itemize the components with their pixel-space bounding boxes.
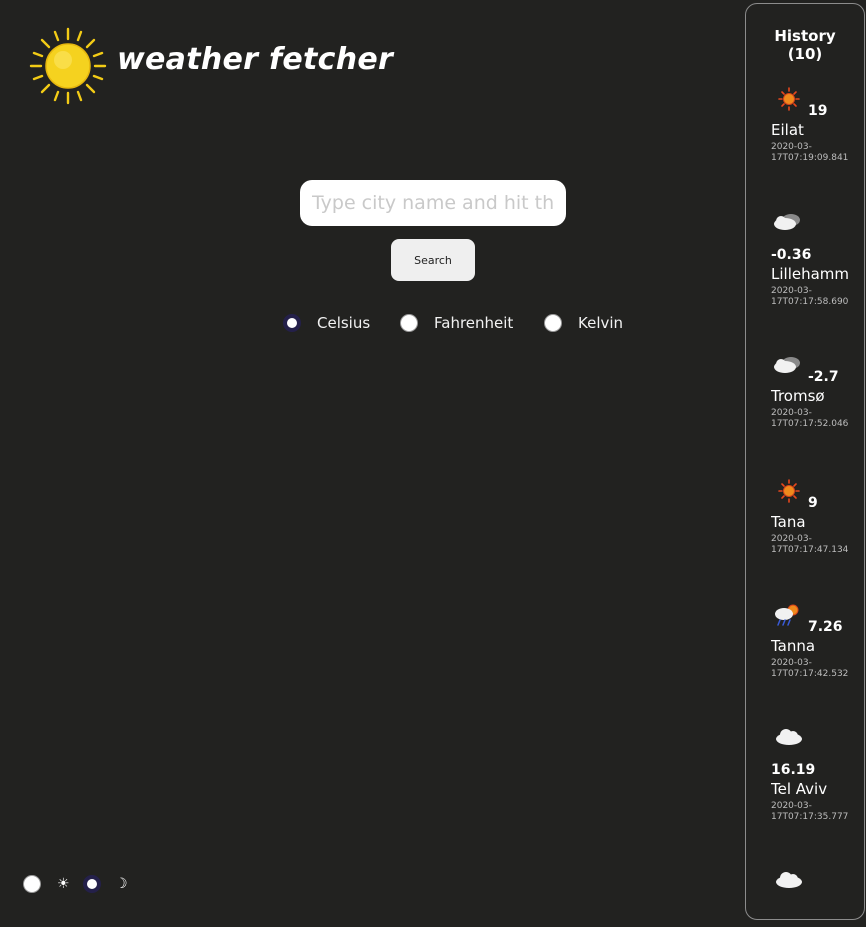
- app-title: weather fetcher: [117, 42, 394, 77]
- history-item[interactable]: -0.36 Lillehammer 2020-03- 17T07:17:58.6…: [771, 209, 849, 309]
- history-time-line1: 2020-03-: [771, 286, 812, 296]
- history-city: Tromsø: [771, 387, 825, 405]
- city-search-input[interactable]: [300, 180, 566, 226]
- history-city: Tel Aviv: [771, 780, 828, 798]
- history-temp: 19: [808, 103, 828, 119]
- history-item[interactable]: 9 Tana 2020-03- 17T07:17:47.1347: [771, 478, 849, 578]
- history-temp: 9: [808, 495, 818, 511]
- history-temp: -0.36: [771, 247, 812, 263]
- theme-option-light[interactable]: ☀: [23, 875, 70, 893]
- rain-sun-icon: [775, 604, 799, 626]
- history-temp: 16.19: [771, 762, 816, 778]
- fahrenheit-label: Fahrenheit: [434, 314, 514, 332]
- history-item[interactable]: 16.19 Tel Aviv 2020-03- 17T07:17:35.7777: [771, 724, 849, 824]
- celsius-label: Celsius: [317, 314, 371, 332]
- celsius-radio[interactable]: [283, 314, 301, 332]
- unit-option-kelvin[interactable]: Kelvin: [544, 311, 623, 335]
- theme-option-dark[interactable]: ☽: [83, 875, 128, 893]
- kelvin-label: Kelvin: [578, 314, 624, 332]
- dark-theme-radio[interactable]: [83, 875, 101, 893]
- search-button[interactable]: Search: [391, 239, 475, 281]
- history-item[interactable]: -2.7 Tromsø 2020-03- 17T07:17:52.0467: [771, 352, 849, 452]
- cloudy-night-icon: [774, 357, 800, 373]
- history-time-line1: 2020-03-: [771, 142, 812, 152]
- light-theme-radio[interactable]: [23, 875, 41, 893]
- app-root: weather fetcher Search Celsius Fahrenhei…: [0, 0, 866, 927]
- history-temp: 7.26: [808, 619, 843, 635]
- history-time-line1: 2020-03-: [771, 658, 812, 668]
- history-time-line2: 17T07:17:47.1347: [771, 545, 849, 555]
- history-city: Eilat: [771, 121, 804, 139]
- sunny-icon: [778, 87, 800, 111]
- history-item[interactable]: [771, 867, 849, 904]
- history-item[interactable]: 19 Eilat 2020-03- 17T07:19:09.8417: [771, 86, 849, 186]
- history-time-line2: 17T07:17:52.0467: [771, 419, 849, 429]
- history-time-line2: 17T07:17:35.7777: [771, 812, 849, 822]
- history-city: Tana: [771, 513, 806, 531]
- history-time-line1: 2020-03-: [771, 801, 812, 811]
- history-list: 19 Eilat 2020-03- 17T07:19:09.8417 -0.36…: [746, 4, 849, 904]
- cloudy-night-icon: [774, 214, 800, 230]
- history-temp: -2.7: [808, 369, 839, 385]
- history-time-line1: 2020-03-: [771, 408, 812, 418]
- sun-logo-icon: [29, 27, 107, 105]
- cloud-icon: [776, 872, 802, 888]
- sunny-icon: [778, 479, 800, 503]
- history-item[interactable]: 7.26 Tanna 2020-03- 17T07:17:42.5327: [771, 602, 849, 702]
- history-time-line2: 17T07:17:42.5327: [771, 669, 849, 679]
- history-city: Tanna: [771, 637, 816, 655]
- history-panel[interactable]: History (10) 19 Eilat 2020-03- 17T07:19:…: [745, 3, 865, 920]
- history-time-line2: 17T07:17:58.6907: [771, 297, 849, 307]
- history-time-line1: 2020-03-: [771, 534, 812, 544]
- kelvin-radio[interactable]: [544, 314, 562, 332]
- sun-icon: ☀: [57, 876, 70, 892]
- unit-option-celsius[interactable]: Celsius: [283, 311, 370, 335]
- unit-option-fahrenheit[interactable]: Fahrenheit: [400, 311, 513, 335]
- cloud-icon: [776, 729, 802, 745]
- history-time-line2: 17T07:19:09.8417: [771, 153, 849, 163]
- history-city: Lillehammer: [771, 265, 849, 283]
- fahrenheit-radio[interactable]: [400, 314, 418, 332]
- moon-icon: ☽: [115, 876, 128, 892]
